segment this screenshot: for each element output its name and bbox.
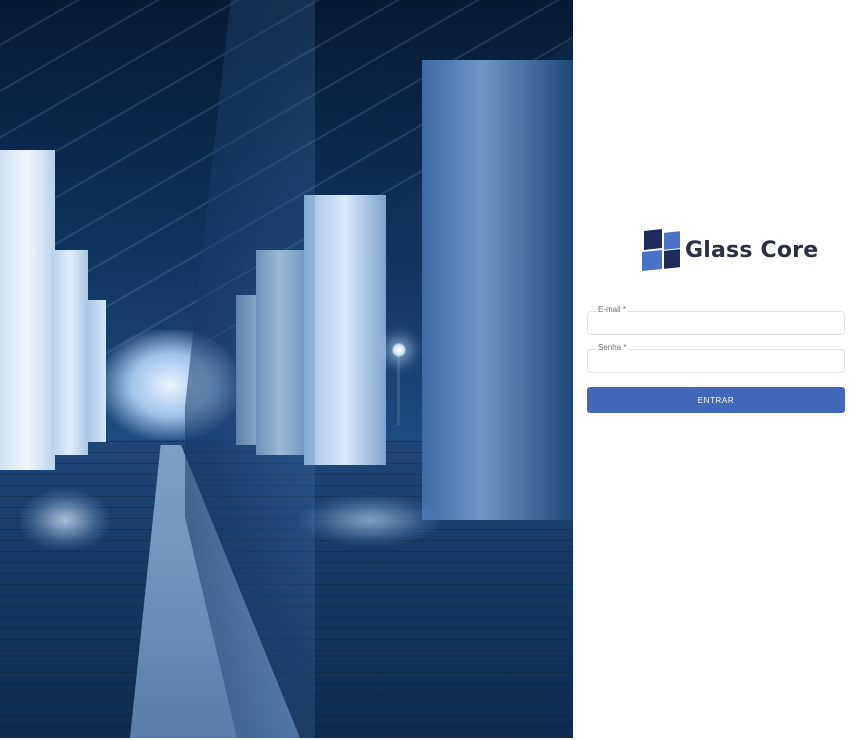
password-input[interactable] [588, 350, 844, 372]
login-button[interactable]: ENTRAR [587, 387, 845, 413]
brand: Glass Core [642, 229, 819, 272]
glass-core-logo-icon [642, 229, 680, 272]
hero-reflection [20, 490, 110, 550]
hero-lamp-pole [397, 355, 400, 425]
login-page: Glass Core E-mail * Senha * ENTRAR [0, 0, 856, 740]
brand-name: Glass Core [685, 237, 819, 263]
hero-column [52, 250, 88, 455]
logo-tile [642, 249, 662, 272]
hero-column [86, 300, 106, 442]
password-field[interactable]: Senha * [587, 343, 845, 373]
hero-column [304, 195, 386, 465]
hero-reflection [300, 495, 440, 545]
hero-column [422, 60, 573, 520]
email-input[interactable] [588, 312, 844, 334]
password-label: Senha * [596, 343, 629, 353]
email-field[interactable]: E-mail * [587, 305, 845, 335]
email-label: E-mail * [596, 305, 629, 315]
hero-lamp [392, 343, 406, 357]
logo-tile [664, 249, 680, 269]
hero-column [0, 150, 55, 470]
logo-tile [664, 231, 680, 250]
login-panel: Glass Core E-mail * Senha * ENTRAR [573, 0, 856, 740]
hero-image [0, 0, 573, 738]
logo-tile [644, 229, 662, 250]
